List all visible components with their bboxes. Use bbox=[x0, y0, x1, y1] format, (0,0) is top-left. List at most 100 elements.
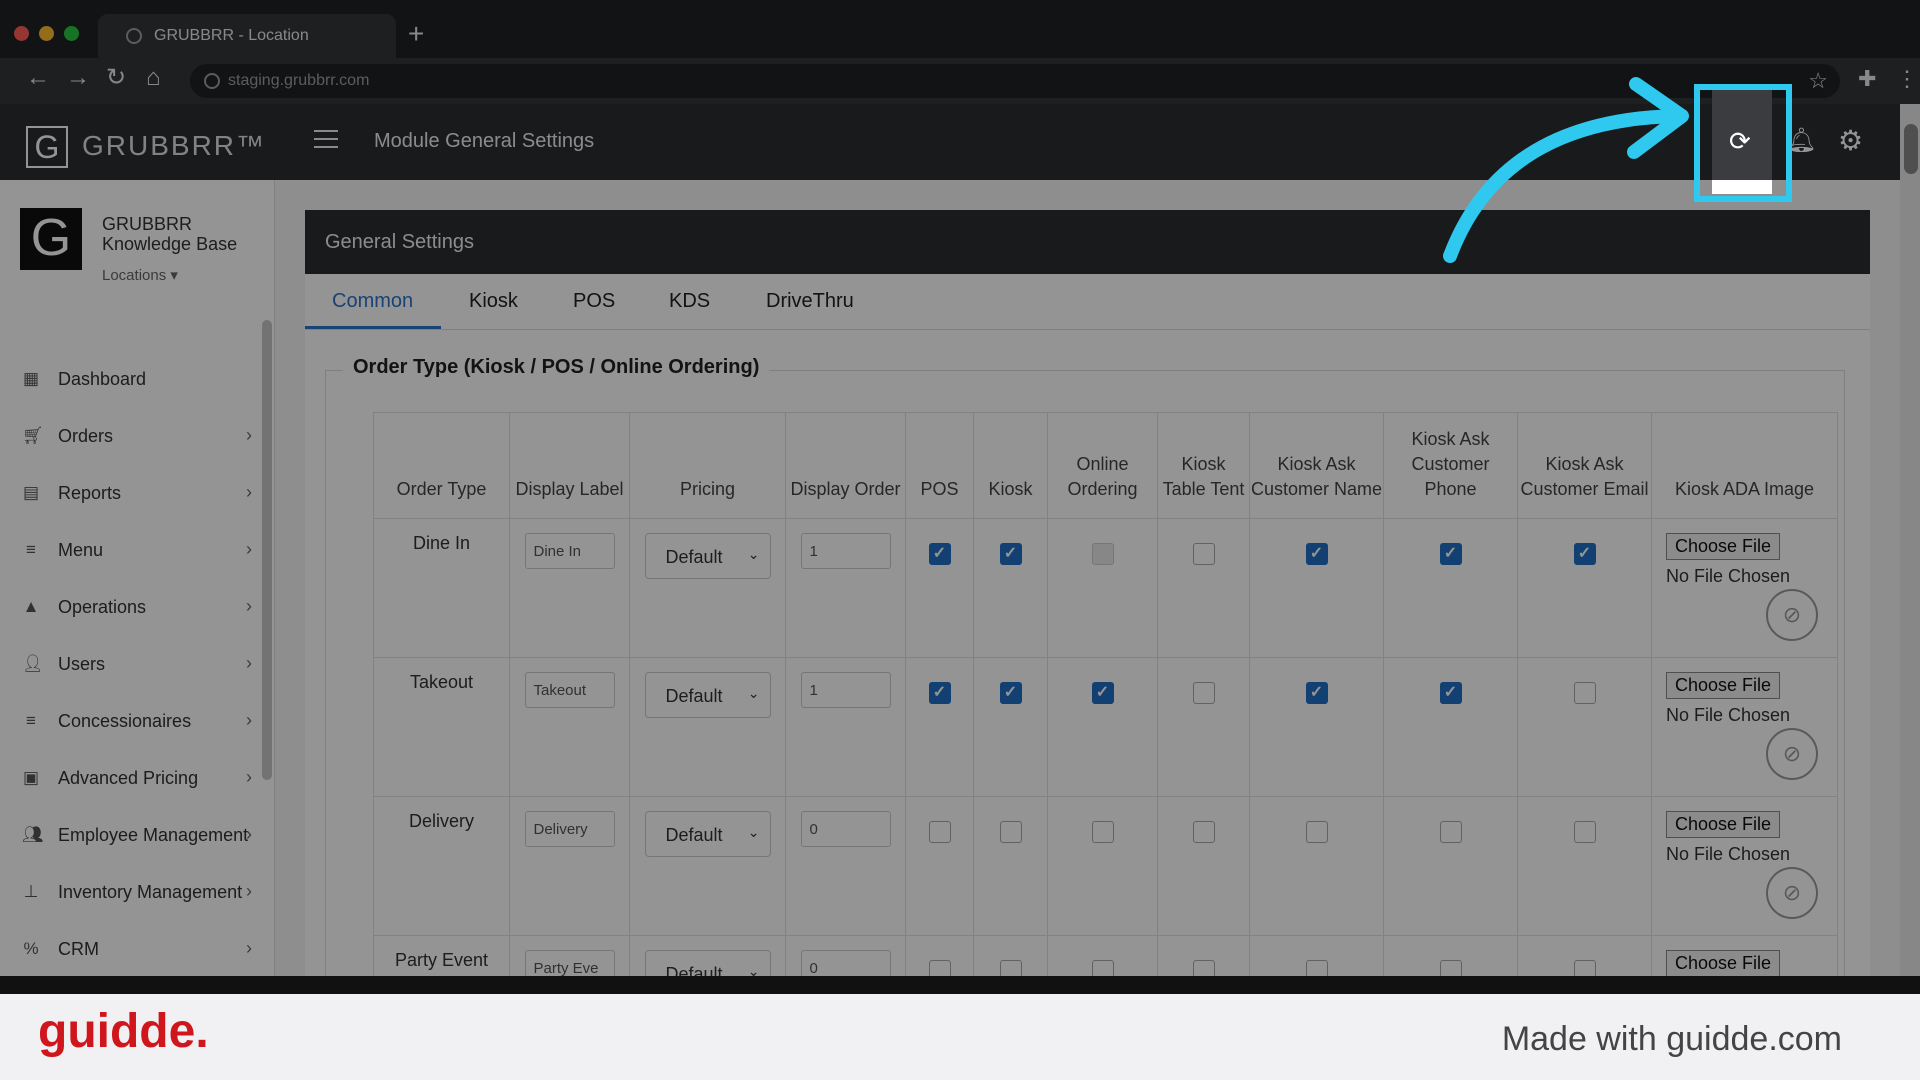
no-image-icon: ⊘ bbox=[1766, 867, 1818, 919]
choose-file-button[interactable]: Choose File bbox=[1666, 533, 1781, 560]
ask-email-checkbox[interactable] bbox=[1573, 821, 1596, 843]
pricing-select[interactable]: Default ⌄ bbox=[644, 672, 771, 718]
maximize-window-button[interactable] bbox=[64, 26, 79, 41]
minimize-window-button[interactable] bbox=[39, 26, 54, 41]
display-order-input[interactable]: 0 bbox=[800, 811, 891, 847]
sidebar-item-orders[interactable]: 🛒︎ Orders › bbox=[20, 417, 260, 457]
online-ordering-checkbox[interactable] bbox=[1091, 960, 1114, 976]
reload-icon[interactable]: ↻ bbox=[106, 66, 126, 90]
kiosk-checkbox[interactable]: ✓ bbox=[999, 543, 1022, 565]
ask-name-cell: ✓ bbox=[1249, 657, 1384, 797]
ask-email-cell: ✓ bbox=[1517, 518, 1652, 658]
display-order-input[interactable]: 1 bbox=[800, 533, 891, 569]
close-window-button[interactable] bbox=[14, 26, 29, 41]
sidebar-item-concessionaires[interactable]: ≡ Concessionaires › bbox=[20, 702, 260, 742]
display-order-cell: 0 bbox=[785, 796, 906, 936]
ask-phone-checkbox[interactable] bbox=[1439, 821, 1462, 843]
ask-name-checkbox[interactable]: ✓ bbox=[1305, 682, 1328, 704]
sidebar-scrollbar[interactable] bbox=[262, 320, 272, 780]
user-add-icon: 👤︎ bbox=[22, 654, 44, 673]
sidebar-item-operations[interactable]: ▲ Operations › bbox=[20, 588, 260, 628]
choose-file-button[interactable]: Choose File bbox=[1666, 811, 1781, 838]
ask-name-checkbox[interactable] bbox=[1305, 960, 1328, 976]
tab-drivethru[interactable]: DriveThru bbox=[766, 290, 854, 313]
home-icon[interactable]: ⌂ bbox=[146, 66, 161, 90]
ask-email-checkbox[interactable]: ✓ bbox=[1573, 543, 1596, 565]
pricing-select[interactable]: Default ⌄ bbox=[644, 811, 771, 857]
cart-icon: 🛒︎ bbox=[22, 426, 44, 445]
pricing-select[interactable]: Default ⌄ bbox=[644, 950, 771, 976]
ask-phone-checkbox[interactable]: ✓ bbox=[1439, 682, 1462, 704]
display-label-input[interactable]: Takeout bbox=[524, 672, 615, 708]
column-header: Kiosk bbox=[973, 412, 1048, 519]
bookmark-star-icon[interactable]: ☆ bbox=[1808, 68, 1828, 94]
pricing-cell: Default ⌄ bbox=[629, 518, 786, 658]
sidebar-item-label: Dashboard bbox=[58, 369, 147, 389]
kiosk-cell bbox=[973, 935, 1048, 976]
tab-common[interactable]: Common bbox=[332, 290, 413, 313]
locations-dropdown[interactable]: Locations ▾ bbox=[102, 266, 178, 284]
column-header: Kiosk ADA Image bbox=[1651, 412, 1838, 519]
kiosk-table-tent-checkbox[interactable] bbox=[1192, 960, 1215, 976]
kiosk-checkbox[interactable] bbox=[999, 960, 1022, 976]
display-order-input[interactable]: 1 bbox=[800, 672, 891, 708]
sidebar-item-employee-management[interactable]: 👥︎ Employee Management › bbox=[20, 816, 260, 856]
sidebar-item-reports[interactable]: ▤ Reports › bbox=[20, 474, 260, 514]
page-scrollbar[interactable] bbox=[1900, 104, 1920, 976]
display-label-input[interactable]: Party Eve bbox=[524, 950, 615, 976]
pos-checkbox[interactable] bbox=[928, 960, 951, 976]
section-title: Order Type (Kiosk / POS / Online Orderin… bbox=[343, 356, 770, 379]
ask-email-checkbox[interactable] bbox=[1573, 960, 1596, 976]
choose-file-button[interactable]: Choose File bbox=[1666, 950, 1781, 976]
globe-icon bbox=[126, 28, 142, 44]
display-label-input[interactable]: Delivery bbox=[524, 811, 615, 847]
sidebar-item-dashboard[interactable]: ▦ Dashboard bbox=[20, 360, 260, 400]
chevron-right-icon: › bbox=[246, 824, 252, 844]
pricing-select[interactable]: Default ⌄ bbox=[644, 533, 771, 579]
online-ordering-checkbox[interactable]: ✓ bbox=[1091, 682, 1114, 704]
display-label-input[interactable]: Dine In bbox=[524, 533, 615, 569]
sidebar-item-menu[interactable]: ≡ Menu › bbox=[20, 531, 260, 571]
kiosk-checkbox[interactable] bbox=[999, 821, 1022, 843]
sidebar-item-inventory-management[interactable]: ⊥ Inventory Management › bbox=[20, 873, 260, 913]
ask-phone-checkbox[interactable]: ✓ bbox=[1439, 543, 1462, 565]
back-arrow-icon[interactable]: ← bbox=[26, 66, 50, 90]
column-header: POS bbox=[905, 412, 974, 519]
online-ordering-cell: ✓ bbox=[1047, 657, 1158, 797]
gear-icon[interactable]: ⚙ bbox=[1838, 124, 1863, 157]
ask-email-checkbox[interactable] bbox=[1573, 682, 1596, 704]
new-tab-button[interactable]: + bbox=[408, 20, 424, 48]
tab-pos[interactable]: POS bbox=[573, 290, 615, 313]
chevron-right-icon: › bbox=[246, 482, 252, 502]
ask-name-checkbox[interactable] bbox=[1305, 821, 1328, 843]
pos-checkbox[interactable]: ✓ bbox=[928, 682, 951, 704]
tab-kds[interactable]: KDS bbox=[669, 290, 710, 313]
forward-arrow-icon[interactable]: → bbox=[66, 66, 90, 90]
sidebar-item-users[interactable]: 👤︎ Users › bbox=[20, 645, 260, 685]
choose-file-button[interactable]: Choose File bbox=[1666, 672, 1781, 699]
ask-name-cell bbox=[1249, 935, 1384, 976]
extensions-puzzle-icon[interactable]: ✚ bbox=[1858, 68, 1876, 90]
pos-checkbox[interactable] bbox=[928, 821, 951, 843]
pos-checkbox[interactable]: ✓ bbox=[928, 543, 951, 565]
chevron-right-icon: › bbox=[246, 425, 252, 445]
kiosk-table-tent-checkbox[interactable] bbox=[1192, 821, 1215, 843]
sidebar-item-label: Concessionaires bbox=[58, 711, 192, 731]
order-type-table: Order Type Display Label Pricing Display… bbox=[373, 412, 1838, 976]
site-info-icon[interactable] bbox=[204, 73, 220, 89]
hamburger-menu-icon[interactable] bbox=[314, 130, 338, 148]
scrollbar-thumb[interactable] bbox=[1904, 124, 1918, 174]
kiosk-checkbox[interactable]: ✓ bbox=[999, 682, 1022, 704]
kiosk-table-tent-checkbox[interactable] bbox=[1192, 682, 1215, 704]
ask-name-checkbox[interactable]: ✓ bbox=[1305, 543, 1328, 565]
online-ordering-checkbox[interactable] bbox=[1091, 821, 1114, 843]
display-order-input[interactable]: 0 bbox=[800, 950, 891, 976]
browser-tab[interactable]: GRUBBRR - Location bbox=[98, 14, 396, 58]
card-body: Order Type (Kiosk / POS / Online Orderin… bbox=[305, 330, 1870, 976]
browser-menu-icon[interactable]: ⋮ bbox=[1896, 68, 1918, 90]
kiosk-table-tent-checkbox[interactable] bbox=[1192, 543, 1215, 565]
sidebar-item-crm[interactable]: % CRM › bbox=[20, 930, 260, 970]
tab-kiosk[interactable]: Kiosk bbox=[469, 290, 518, 313]
ask-phone-checkbox[interactable] bbox=[1439, 960, 1462, 976]
sidebar-item-advanced-pricing[interactable]: ▣ Advanced Pricing › bbox=[20, 759, 260, 799]
